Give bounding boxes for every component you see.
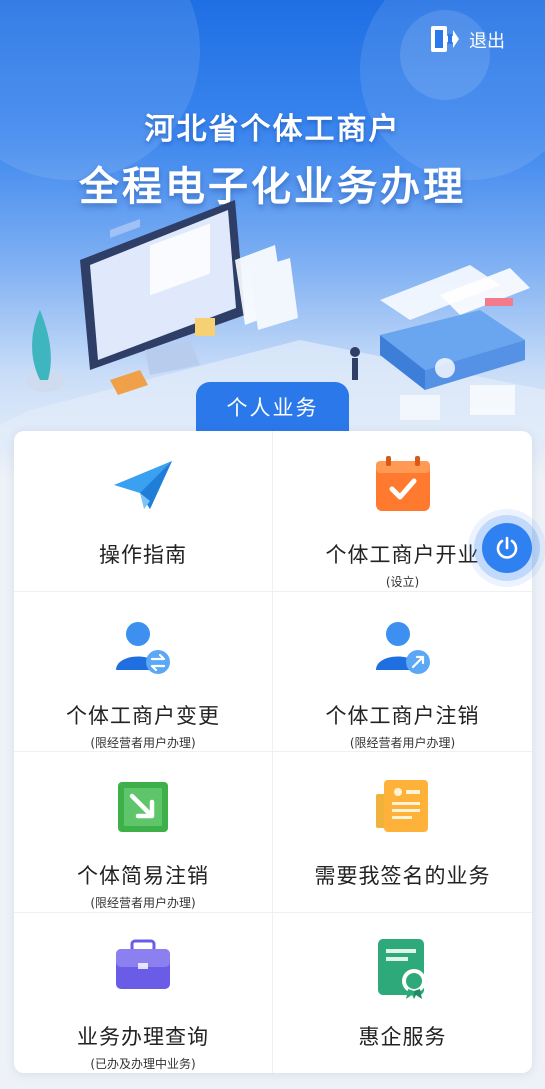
tab-personal-business[interactable]: 个人业务 [196, 382, 349, 434]
service-sublabel: (限经营者用户办理) [349, 735, 456, 750]
service-business-query[interactable]: 业务办理查询 (已办及办理中业务) [14, 912, 273, 1073]
service-label: 个体工商户变更 [66, 703, 220, 728]
calendar-check-icon [375, 456, 430, 511]
user-remove-icon [375, 621, 430, 674]
services-grid: 操作指南 个体工商户开业 (设立) 个体工商户变更 (限经营者用户办理) 个体工… [14, 431, 532, 1073]
service-business-cancellation[interactable]: 个体工商户注销 (限经营者用户办理) [273, 592, 532, 752]
service-label: 操作指南 [99, 543, 187, 567]
power-icon [496, 536, 518, 559]
logout-icon [431, 26, 459, 52]
service-business-change[interactable]: 个体工商户变更 (限经营者用户办理) [14, 591, 273, 752]
service-label: 个体简易注销 [77, 864, 209, 888]
service-label: 个体工商户开业 [325, 543, 480, 567]
floating-power-button[interactable] [482, 523, 532, 573]
service-label: 需要我签名的业务 [314, 864, 491, 888]
certificate-icon [377, 938, 426, 999]
service-simple-cancellation[interactable]: 个体简易注销 (限经营者用户办理) [14, 752, 273, 913]
briefcase-icon [116, 939, 170, 989]
service-sublabel: (已办及办理中业务) [90, 1056, 196, 1071]
paper-plane-icon [114, 461, 172, 509]
logout-label: 退出 [469, 31, 505, 52]
service-label: 业务办理查询 [77, 1024, 209, 1049]
logout-button[interactable]: 退出 [429, 24, 505, 56]
banner-title-line1: 河北省个体工商户 [144, 112, 401, 147]
exit-arrow-icon [118, 782, 168, 832]
service-sublabel: (限经营者用户办理) [90, 896, 196, 910]
service-label: 惠企服务 [358, 1024, 447, 1049]
user-swap-icon [116, 621, 170, 674]
service-my-signatures[interactable]: 需要我签名的业务 [273, 752, 532, 913]
document-sign-icon [375, 780, 428, 832]
service-label: 个体工商户注销 [325, 703, 480, 728]
service-enterprise-benefits[interactable]: 惠企服务 [273, 913, 532, 1074]
service-sublabel: (限经营者用户办理) [90, 735, 196, 750]
service-sublabel: (设立) [385, 575, 420, 589]
service-operation-guide[interactable]: 操作指南 [14, 431, 273, 592]
